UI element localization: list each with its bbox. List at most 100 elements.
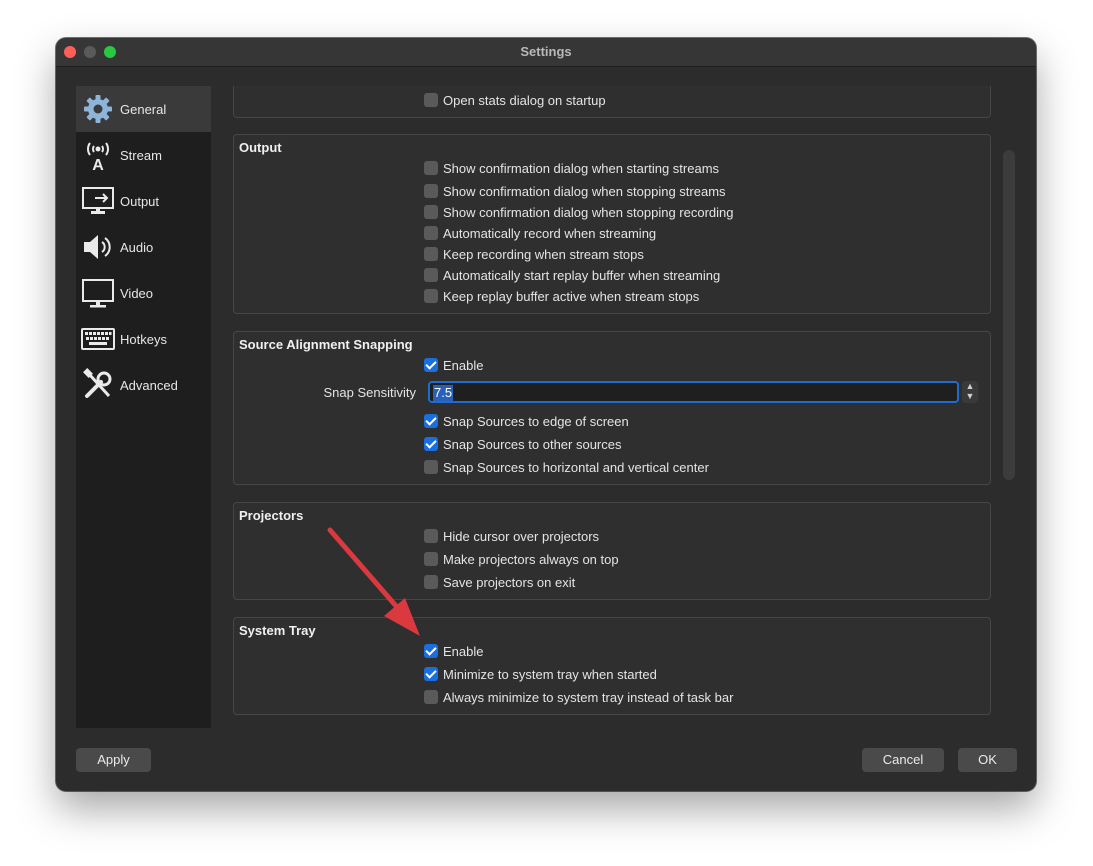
- projectors-option[interactable]: Save projectors on exit: [424, 573, 575, 591]
- sidebar-item-label: General: [120, 102, 167, 117]
- option-label: Snap Sources to horizontal and vertical …: [443, 459, 709, 475]
- projectors-option[interactable]: Hide cursor over projectors: [424, 527, 599, 545]
- sidebar-item-label: Output: [120, 194, 160, 209]
- stats-dialog-option[interactable]: Open stats dialog on startup: [424, 91, 606, 109]
- snapping-group: Source Alignment Snapping Enable Snap Se…: [233, 331, 991, 485]
- sidebar-item-stream[interactable]: A Stream: [76, 132, 211, 178]
- sidebar-item-label: Hotkeys: [120, 332, 167, 347]
- option-label: Open stats dialog on startup: [443, 92, 606, 108]
- system-tray-option[interactable]: Minimize to system tray when started: [424, 665, 657, 683]
- snap-sensitivity-input[interactable]: 7.5: [428, 381, 959, 403]
- checkbox[interactable]: [424, 205, 438, 219]
- system-tray-group: System Tray Enable Minimize to system tr…: [233, 617, 991, 715]
- checkbox[interactable]: [424, 93, 438, 107]
- group-title: Source Alignment Snapping: [239, 337, 413, 352]
- snap-sensitivity-label: Snap Sensitivity: [323, 385, 417, 400]
- speaker-icon: [84, 235, 111, 259]
- option-label: Save projectors on exit: [443, 574, 576, 590]
- checkbox[interactable]: [424, 460, 438, 474]
- option-label: Keep recording when stream stops: [443, 246, 644, 262]
- output-option[interactable]: Show confirmation dialog when stopping s…: [424, 182, 726, 200]
- output-group: Output Show confirmation dialog when sta…: [233, 134, 991, 314]
- sidebar-item-video[interactable]: Video: [76, 270, 211, 316]
- projectors-group: Projectors Hide cursor over projectors M…: [233, 502, 991, 600]
- option-label: Hide cursor over projectors: [443, 528, 600, 544]
- sidebar-item-advanced[interactable]: Advanced: [76, 362, 211, 408]
- scrollbar[interactable]: [1003, 150, 1015, 480]
- checkbox[interactable]: [424, 358, 438, 372]
- snap-sensitivity-value: 7.5: [433, 385, 454, 401]
- output-option[interactable]: Automatically record when streaming: [424, 224, 656, 242]
- checkbox[interactable]: [424, 289, 438, 303]
- checkbox[interactable]: [424, 690, 438, 704]
- output-monitor-icon: [82, 187, 114, 214]
- output-option[interactable]: Automatically start replay buffer when s…: [424, 266, 720, 284]
- gear-icon: [84, 95, 112, 123]
- snapping-option[interactable]: Snap Sources to other sources: [424, 435, 622, 453]
- sidebar-item-label: Stream: [120, 148, 162, 163]
- checkbox[interactable]: [424, 575, 438, 589]
- sidebar-item-label: Video: [120, 286, 154, 301]
- sidebar-item-label: Advanced: [120, 378, 178, 393]
- svg-text:A: A: [92, 157, 104, 172]
- group-title: Output: [239, 140, 282, 155]
- group-title: Projectors: [239, 508, 304, 523]
- keyboard-icon: [81, 328, 115, 350]
- sidebar-item-output[interactable]: Output: [76, 178, 211, 224]
- chevron-down-icon[interactable]: ▼: [962, 391, 978, 401]
- tools-icon: [83, 368, 112, 398]
- apply-button[interactable]: Apply: [76, 748, 151, 772]
- option-label: Keep replay buffer active when stream st…: [443, 288, 700, 304]
- snap-sensitivity-stepper[interactable]: ▲ ▼: [962, 381, 978, 403]
- sidebar-item-general[interactable]: General: [76, 86, 211, 132]
- option-label: Automatically record when streaming: [443, 225, 657, 241]
- checkbox[interactable]: [424, 268, 438, 282]
- checkbox[interactable]: [424, 161, 438, 175]
- title-bar: Settings: [56, 38, 1036, 67]
- general-group: Open stats dialog on startup: [233, 86, 991, 118]
- settings-window: Settings General A Stream Output Audio V…: [56, 38, 1036, 791]
- settings-content: Open stats dialog on startup Output Show…: [221, 86, 1011, 728]
- option-label: Always minimize to system tray instead o…: [443, 689, 734, 705]
- system-tray-option[interactable]: Enable: [424, 642, 483, 660]
- option-label: Snap Sources to edge of screen: [443, 413, 629, 429]
- option-label: Snap Sources to other sources: [443, 436, 622, 452]
- checkbox[interactable]: [424, 184, 438, 198]
- checkbox[interactable]: [424, 667, 438, 681]
- checkbox[interactable]: [424, 414, 438, 428]
- broadcast-antenna-icon: A: [87, 142, 109, 172]
- monitor-icon: [82, 279, 114, 308]
- option-label: Enable: [443, 357, 484, 373]
- settings-sidebar: General A Stream Output Audio Video Hotk…: [76, 86, 211, 728]
- checkbox[interactable]: [424, 529, 438, 543]
- checkbox[interactable]: [424, 247, 438, 261]
- option-label: Show confirmation dialog when starting s…: [443, 160, 720, 176]
- checkbox[interactable]: [424, 437, 438, 451]
- snapping-option[interactable]: Snap Sources to horizontal and vertical …: [424, 458, 709, 476]
- option-label: Show confirmation dialog when stopping r…: [443, 204, 734, 220]
- checkbox[interactable]: [424, 644, 438, 658]
- output-option[interactable]: Show confirmation dialog when starting s…: [424, 159, 719, 177]
- output-option[interactable]: Show confirmation dialog when stopping r…: [424, 203, 734, 221]
- option-label: Automatically start replay buffer when s…: [443, 267, 721, 283]
- snapping-option[interactable]: Snap Sources to edge of screen: [424, 412, 629, 430]
- option-label: Enable: [443, 643, 484, 659]
- output-option[interactable]: Keep replay buffer active when stream st…: [424, 287, 699, 305]
- sidebar-item-audio[interactable]: Audio: [76, 224, 211, 270]
- chevron-up-icon[interactable]: ▲: [962, 381, 978, 391]
- ok-button[interactable]: OK: [958, 748, 1017, 772]
- sidebar-item-hotkeys[interactable]: Hotkeys: [76, 316, 211, 362]
- option-label: Minimize to system tray when started: [443, 666, 657, 682]
- group-title: System Tray: [239, 623, 316, 638]
- checkbox[interactable]: [424, 226, 438, 240]
- snapping-enable-option[interactable]: Enable: [424, 356, 483, 374]
- checkbox[interactable]: [424, 552, 438, 566]
- output-option[interactable]: Keep recording when stream stops: [424, 245, 644, 263]
- cancel-button[interactable]: Cancel: [862, 748, 944, 772]
- sidebar-item-label: Audio: [120, 240, 154, 255]
- window-title: Settings: [520, 44, 572, 59]
- projectors-option[interactable]: Make projectors always on top: [424, 550, 619, 568]
- system-tray-option[interactable]: Always minimize to system tray instead o…: [424, 688, 733, 706]
- option-label: Show confirmation dialog when stopping s…: [443, 183, 726, 199]
- option-label: Make projectors always on top: [443, 551, 619, 567]
